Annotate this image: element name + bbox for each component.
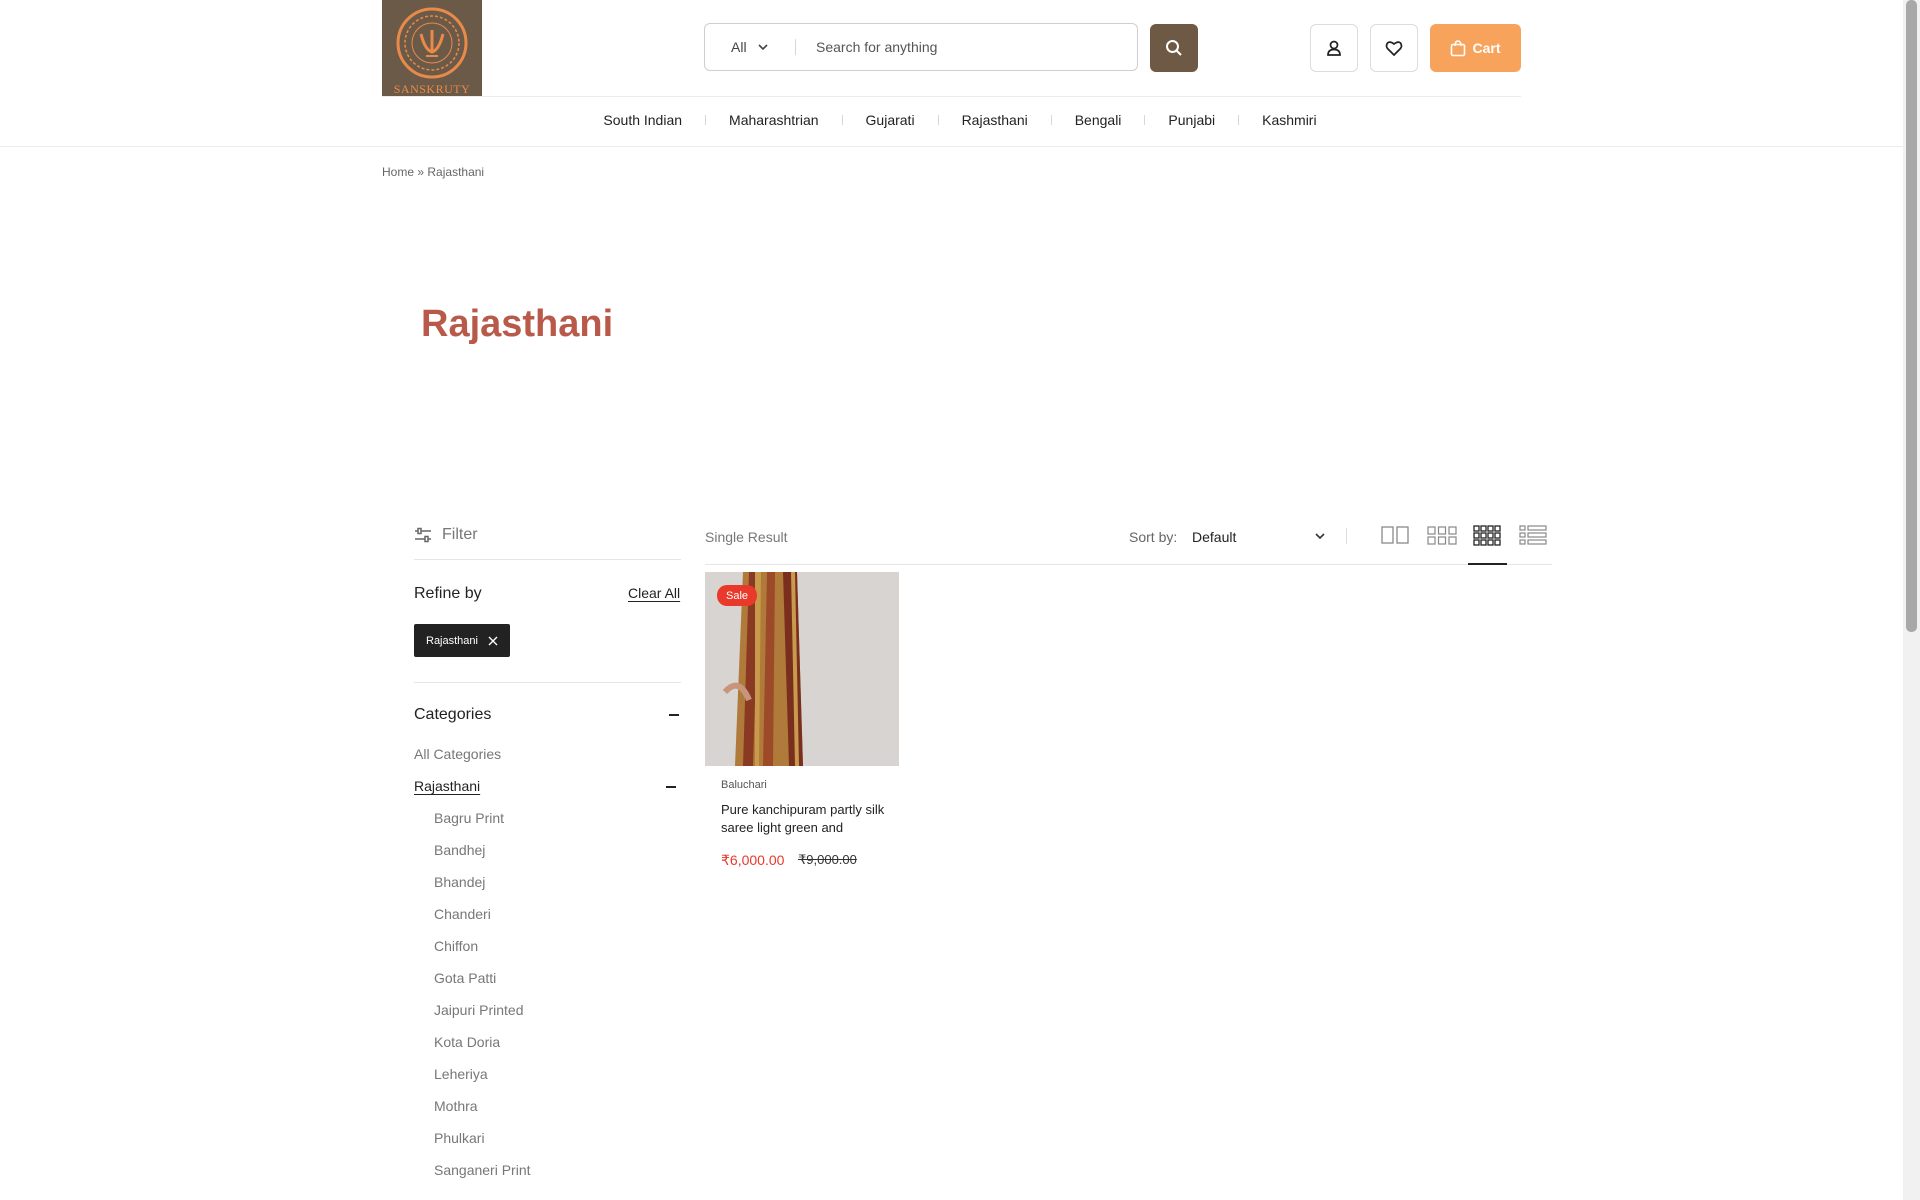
product-sale-price: ₹6,000.00 xyxy=(721,852,785,868)
subcategory-item[interactable]: Phulkari xyxy=(414,1128,531,1160)
subcategory-item[interactable]: Jaipuri Printed xyxy=(414,1000,531,1032)
account-button[interactable] xyxy=(1310,24,1358,72)
chevron-down-icon[interactable] xyxy=(1314,530,1326,542)
nav-label: South Indian xyxy=(603,112,683,128)
category-item-rajasthani[interactable]: Rajasthani xyxy=(414,776,531,808)
search-icon xyxy=(1166,40,1182,56)
list-view-icon[interactable] xyxy=(1519,524,1547,546)
cart-button[interactable]: Cart xyxy=(1430,24,1521,72)
nav-item-south-indian[interactable]: South Indian xyxy=(580,112,707,128)
nav-label: Punjabi xyxy=(1168,112,1216,128)
site-header: SANSKRUTY All Cart South Indian Maharash… xyxy=(0,0,1920,147)
nav-item-kashmiri[interactable]: Kashmiri xyxy=(1239,112,1339,128)
breadcrumb-home-link[interactable]: Home xyxy=(382,165,414,179)
clear-all-link[interactable]: Clear All xyxy=(628,585,680,601)
page-title: Rajasthani xyxy=(421,303,614,345)
nav-item-maharashtrian[interactable]: Maharashtrian xyxy=(706,112,843,128)
subcategory-item[interactable]: Mothra xyxy=(414,1096,531,1128)
collapse-icon[interactable] xyxy=(669,714,679,716)
categories-heading[interactable]: Categories xyxy=(414,706,491,724)
toolbar-divider xyxy=(1346,528,1347,544)
close-icon[interactable] xyxy=(488,636,498,646)
nav-label: Kashmiri xyxy=(1262,112,1317,128)
filter-toggle[interactable]: Filter xyxy=(414,526,478,544)
sidebar-divider xyxy=(414,682,681,683)
collapse-icon[interactable] xyxy=(666,786,676,788)
subcategory-item[interactable]: Chiffon xyxy=(414,936,531,968)
category-item-all[interactable]: All Categories xyxy=(414,744,531,776)
sidebar-divider xyxy=(414,559,681,560)
breadcrumb: Home » Rajasthani xyxy=(382,165,484,179)
subcategory-item[interactable]: Chanderi xyxy=(414,904,531,936)
filter-label: Filter xyxy=(442,526,478,543)
subcategory-item[interactable]: Bhandej xyxy=(414,872,531,904)
grid-4-view-icon[interactable] xyxy=(1473,524,1501,546)
header-divider xyxy=(382,96,1521,97)
user-icon xyxy=(1327,40,1341,56)
search-category-select[interactable]: All xyxy=(705,39,795,55)
cart-label: Cart xyxy=(1472,40,1501,56)
grid-2-view-icon[interactable] xyxy=(1381,524,1409,546)
active-filter-chip[interactable]: Rajasthani xyxy=(414,624,510,657)
nav-item-gujarati[interactable]: Gujarati xyxy=(843,112,939,128)
subcategory-item[interactable]: Bandhej xyxy=(414,840,531,872)
sliders-icon xyxy=(415,527,431,543)
subcategory-item[interactable]: Leheriya xyxy=(414,1064,531,1096)
nav-label: Gujarati xyxy=(865,112,915,128)
result-count: Single Result xyxy=(705,529,788,545)
scrollbar-thumb[interactable] xyxy=(1906,0,1917,632)
search-input[interactable] xyxy=(796,39,1137,55)
nav-label: Rajasthani xyxy=(961,112,1028,128)
nav-label: Bengali xyxy=(1074,112,1122,128)
sale-badge: Sale xyxy=(717,585,757,606)
wishlist-button[interactable] xyxy=(1370,24,1418,72)
heart-icon xyxy=(1385,41,1403,57)
refine-heading: Refine by xyxy=(414,585,482,602)
subcategory-item[interactable]: Bagru Print xyxy=(414,808,531,840)
breadcrumb-current: Rajasthani xyxy=(427,165,485,179)
logo-emblem-icon xyxy=(396,7,468,79)
subcategory-item[interactable]: Kota Doria xyxy=(414,1032,531,1064)
subcategory-item[interactable]: Sanganeri Print xyxy=(414,1160,531,1192)
product-original-price: ₹9,000.00 xyxy=(798,852,857,867)
toolbar-divider xyxy=(705,564,1552,565)
search-bar: All xyxy=(704,23,1138,71)
active-view-indicator xyxy=(1468,563,1507,565)
nav-label: Maharashtrian xyxy=(729,112,819,128)
main-nav: South Indian Maharashtrian Gujarati Raja… xyxy=(0,112,1920,128)
site-logo[interactable]: SANSKRUTY xyxy=(382,0,482,97)
chevron-down-icon xyxy=(757,44,768,51)
search-button[interactable] xyxy=(1150,24,1198,72)
category-list: All Categories Rajasthani Bagru Print Ba… xyxy=(414,744,531,1192)
sort-label: Sort by: xyxy=(1129,529,1178,545)
breadcrumb-separator: » xyxy=(417,165,425,179)
grid-3-view-icon[interactable] xyxy=(1427,524,1457,546)
active-filter-label: Rajasthani xyxy=(426,634,478,647)
subcategory-item[interactable]: Gota Patti xyxy=(414,968,531,1000)
shopping-bag-icon xyxy=(1451,39,1466,56)
search-category-value: All xyxy=(731,39,747,55)
nav-item-rajasthani[interactable]: Rajasthani xyxy=(939,112,1052,128)
nav-item-punjabi[interactable]: Punjabi xyxy=(1145,112,1240,128)
logo-text: SANSKRUTY xyxy=(393,82,471,96)
product-name[interactable]: Pure kanchipuram partly silk saree light… xyxy=(721,801,891,837)
nav-item-bengali[interactable]: Bengali xyxy=(1052,112,1146,128)
product-brand[interactable]: Baluchari xyxy=(721,779,767,791)
sort-select[interactable]: Default xyxy=(1192,529,1236,545)
